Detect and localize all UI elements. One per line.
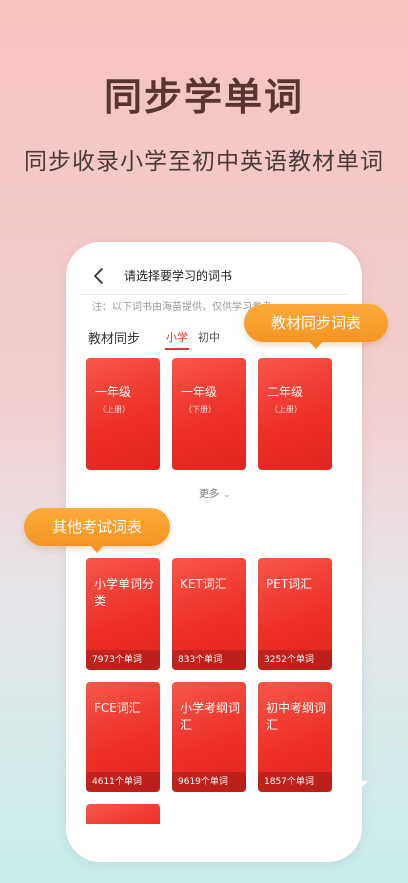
card-label: 初中考纲词汇 [266,701,327,732]
nav-bar: 请选择要学习的词书 [66,262,362,290]
word-count: 1857个单词 [258,772,332,792]
card-label: 一年级 [95,385,132,399]
hero-title: 同步学单词 [103,75,304,119]
card-label: FCE词汇 [94,701,141,715]
nav-title: 请选择要学习的词书 [124,269,233,283]
textbook-card[interactable]: 二年级 （上册） [258,358,332,470]
card-label: PET词汇 [266,577,313,591]
exam-card[interactable]: 小学考纲词汇 9619个单词 [172,682,246,792]
card-label: 小学单词分类 [94,577,155,608]
word-count: 833个单词 [172,650,246,670]
word-count: 4611个单词 [86,772,160,792]
word-count: 3252个单词 [258,650,332,670]
chevron-down-icon: ⌄ [223,490,231,500]
nav-divider [80,294,348,295]
exam-card[interactable]: FCE词汇 4611个单词 [86,682,160,792]
hero-subtitle: 同步收录小学至初中英语教材单词 [24,149,384,175]
card-label: 一年级 [181,385,218,399]
more-link[interactable]: 更多 ⌄ [199,485,231,500]
card-label: 小学考纲词汇 [180,701,241,732]
section-title: 教材同步 [88,332,141,347]
card-label: KET词汇 [180,577,227,591]
word-count: 7973个单词 [86,650,160,670]
callout-textbook: 教材同步词表 [244,304,388,349]
back-arrow-icon[interactable] [90,266,108,286]
tab-primary-school[interactable]: 小学 [166,329,188,345]
word-count: 9619个单词 [172,772,246,792]
more-label: 更多 [199,489,219,500]
callout-exam: 其他考试词表 [24,508,170,553]
tab-active-indicator [165,348,189,350]
exam-card-partial[interactable] [86,804,160,824]
exam-card[interactable]: KET词汇 833个单词 [172,558,246,670]
textbook-card[interactable]: 一年级 （上册） [86,358,160,470]
exam-card[interactable]: 初中考纲词汇 1857个单词 [258,682,332,792]
tab-junior-high[interactable]: 初中 [198,329,220,345]
card-sub: （上册） [270,405,302,414]
textbook-card[interactable]: 一年级 （下册） [172,358,246,470]
card-sub: （下册） [184,405,216,414]
exam-card[interactable]: 小学单词分类 7973个单词 [86,558,160,670]
notice-text: 注：以下词书由海苗提供，仅供学习参考 [92,302,272,313]
scroll-down-icon [356,781,368,787]
exam-card[interactable]: PET词汇 3252个单词 [258,558,332,670]
card-sub: （上册） [98,405,130,414]
card-label: 二年级 [267,385,304,399]
